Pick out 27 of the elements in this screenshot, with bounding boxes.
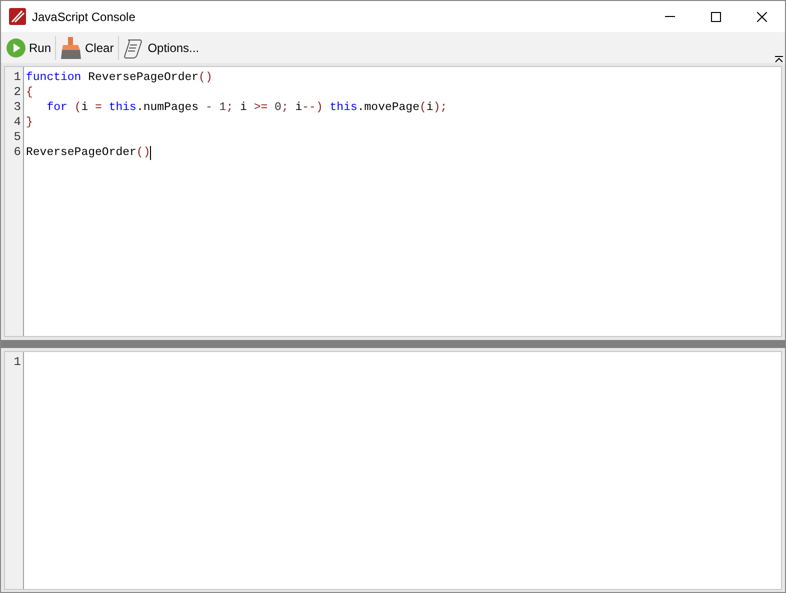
line-number: 1 xyxy=(14,355,21,370)
toolbar-button[interactable]: Options... xyxy=(120,34,202,62)
collapse-icon xyxy=(775,56,783,63)
maximize-icon xyxy=(711,12,721,22)
toolbar-button[interactable]: Clear xyxy=(58,34,116,62)
brush-icon xyxy=(60,36,82,60)
code-line: function ReversePageOrder() xyxy=(26,70,212,85)
minimize-icon xyxy=(665,16,675,17)
code-line: ReversePageOrder() xyxy=(26,145,152,160)
close-icon xyxy=(757,12,767,22)
scroll-icon xyxy=(122,36,145,58)
line-number: 4 xyxy=(14,115,21,130)
line-number: 2 xyxy=(14,85,21,100)
play-icon xyxy=(6,38,26,58)
line-number: 3 xyxy=(14,100,21,115)
toolbar-button[interactable]: Run xyxy=(4,34,54,62)
code-line: for (i = this.numPages - 1; i >= 0; i--) this.movePage(i); xyxy=(46,100,448,115)
line-number: 6 xyxy=(14,145,21,160)
window-title: JavaScript Console xyxy=(32,8,136,26)
line-number: 1 xyxy=(14,70,21,85)
splitter[interactable] xyxy=(1,340,785,348)
code-line: } xyxy=(26,115,33,130)
code-line: { xyxy=(26,85,33,100)
output-panel[interactable]: 1 xyxy=(4,351,782,590)
line-number: 5 xyxy=(14,130,21,145)
code-editor[interactable]: 1 2 3 4 5 6 function ReversePageOrder() { for (i = this.numPages - 1; i >= 0; i--) this.movePage(i); } ReversePageOrder() xyxy=(4,66,782,337)
app-logo-icon xyxy=(9,8,26,25)
